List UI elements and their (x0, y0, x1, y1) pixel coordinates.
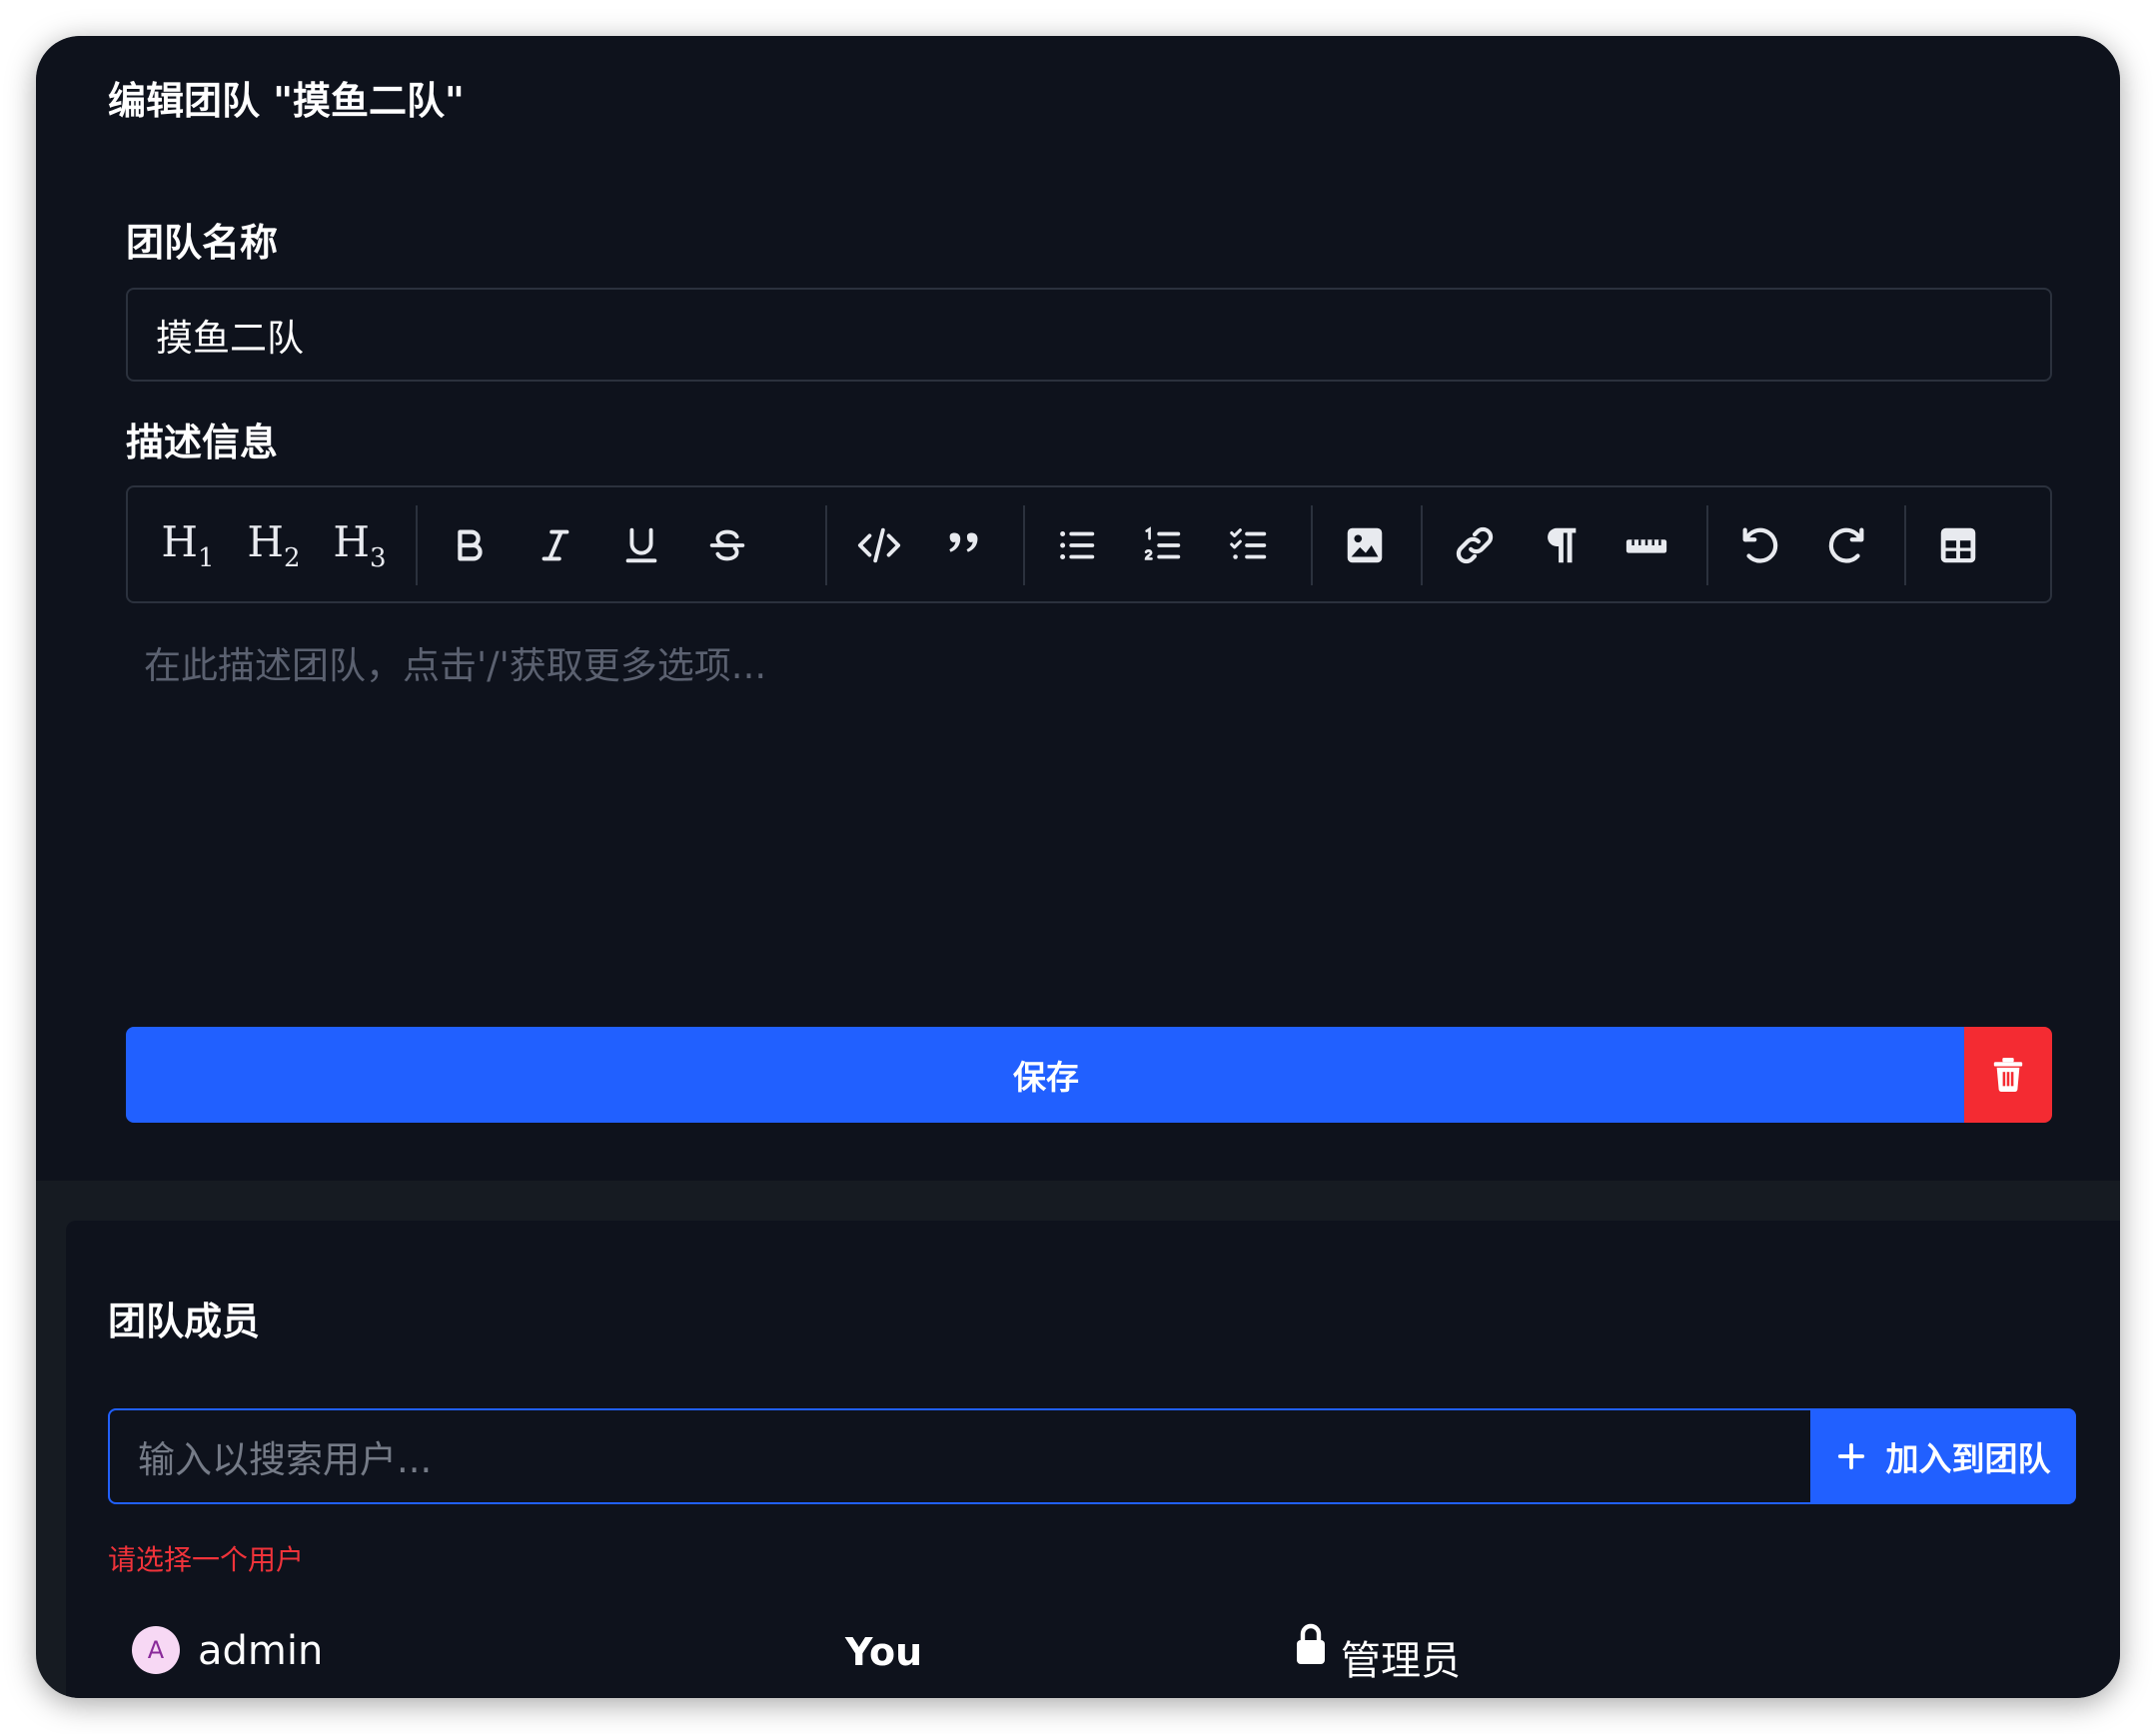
app-root: 编辑团队 "摸鱼二队" 团队名称 摸鱼二队 描述信息 H1 H2 H3 在此描述… (0, 0, 2156, 1734)
trash-icon (1993, 1058, 2023, 1093)
task-list-icon[interactable] (1217, 513, 1281, 577)
italic-icon[interactable] (524, 513, 587, 577)
team-members-card: 团队成员 输入以搜索用户... 加入到团队 请选择一个用户 A admin Yo… (66, 1221, 2120, 1698)
save-button-label: 保存 (1013, 1058, 1079, 1097)
toolbar-divider (1904, 505, 1906, 585)
toolbar-divider (825, 505, 827, 585)
user-search-placeholder: 输入以搜索用户... (138, 1438, 433, 1481)
team-members-title: 团队成员 (108, 1300, 261, 1343)
add-to-team-button[interactable]: 加入到团队 (1810, 1408, 2076, 1504)
editor-toolbar: H1 H2 H3 (126, 485, 2052, 603)
image-icon[interactable] (1333, 513, 1397, 577)
team-name-input[interactable]: 摸鱼二队 (126, 288, 2052, 382)
team-name-label: 团队名称 (126, 221, 279, 265)
current-user-tag: You (845, 1630, 923, 1674)
plus-icon (1837, 1442, 1864, 1470)
window-frame: 编辑团队 "摸鱼二队" 团队名称 摸鱼二队 描述信息 H1 H2 H3 在此描述… (36, 36, 2120, 1698)
validation-error: 请选择一个用户 (108, 1543, 305, 1576)
toolbar-divider (1023, 505, 1025, 585)
paragraph-icon[interactable] (1529, 513, 1593, 577)
toolbar-divider (1421, 505, 1423, 585)
member-row: A admin You 管理员 (66, 1620, 2120, 1690)
quote-icon[interactable] (933, 513, 997, 577)
save-button[interactable]: 保存 (126, 1027, 1966, 1123)
user-search-input[interactable]: 输入以搜索用户... (108, 1408, 1812, 1504)
link-icon[interactable] (1443, 513, 1507, 577)
toolbar-divider (1311, 505, 1313, 585)
underline-icon[interactable] (609, 513, 673, 577)
delete-button[interactable] (1964, 1027, 2052, 1123)
description-placeholder: 在此描述团队，点击'/'获取更多选项... (144, 644, 767, 687)
table-icon[interactable] (1926, 513, 1990, 577)
heading-2-icon[interactable]: H2 (242, 513, 306, 577)
toolbar-divider (1706, 505, 1708, 585)
redo-icon[interactable] (1814, 513, 1878, 577)
lock-icon (1297, 1623, 1325, 1664)
ordered-list-icon[interactable] (1131, 513, 1195, 577)
add-to-team-label: 加入到团队 (1885, 1439, 2051, 1478)
undo-icon[interactable] (1728, 513, 1792, 577)
edit-team-title: 编辑团队 "摸鱼二队" (108, 79, 465, 123)
bullet-list-icon[interactable] (1045, 513, 1109, 577)
member-role: 管理员 (1341, 1638, 1461, 1684)
edit-team-card: 编辑团队 "摸鱼二队" 团队名称 摸鱼二队 描述信息 H1 H2 H3 在此描述… (36, 36, 2120, 1181)
team-name-value: 摸鱼二队 (156, 317, 304, 360)
strikethrough-icon[interactable] (695, 513, 759, 577)
ruler-icon[interactable] (1615, 513, 1678, 577)
bold-icon[interactable] (438, 513, 502, 577)
description-label: 描述信息 (126, 421, 279, 464)
heading-3-icon[interactable]: H3 (328, 513, 392, 577)
avatar: A (132, 1626, 180, 1674)
heading-1-icon[interactable]: H1 (156, 513, 220, 577)
member-name: admin (198, 1628, 324, 1674)
code-icon[interactable] (847, 513, 911, 577)
toolbar-divider (416, 505, 418, 585)
description-editor[interactable]: 在此描述团队，点击'/'获取更多选项... (144, 635, 766, 689)
